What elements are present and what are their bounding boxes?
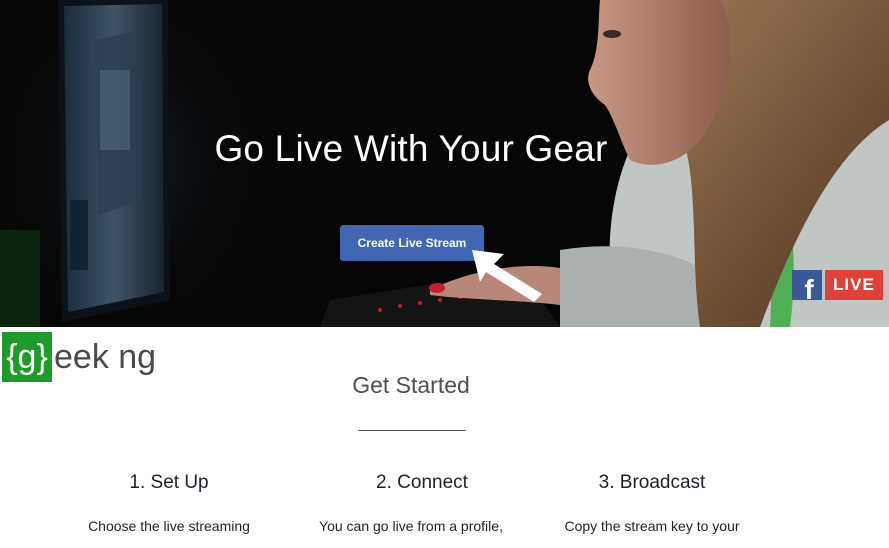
step-title-broadcast: 3. Broadcast — [598, 472, 706, 493]
create-live-stream-button[interactable]: Create Live Stream — [340, 225, 484, 261]
step-desc-setup: Choose the live streaming — [88, 518, 250, 534]
hero-title: Go Live With Your Gear — [214, 128, 608, 169]
hero-banner: Go Live With Your Gear Create Live Strea… — [0, 0, 889, 327]
brand-logo-text: eek ng — [54, 338, 157, 376]
facebook-live-badge: f LIVE — [792, 270, 883, 300]
step-desc-broadcast: Copy the stream key to your — [564, 518, 740, 534]
step-title-connect: 2. Connect — [376, 472, 468, 493]
white-arrow-icon — [472, 250, 542, 302]
get-started-title: Get Started — [352, 372, 470, 398]
step-desc-connect: You can go live from a profile, — [319, 518, 503, 534]
step-title-setup: 1. Set Up — [129, 472, 209, 493]
live-label: LIVE — [825, 270, 883, 300]
section-divider — [358, 430, 466, 431]
facebook-f-icon: f — [792, 270, 822, 300]
